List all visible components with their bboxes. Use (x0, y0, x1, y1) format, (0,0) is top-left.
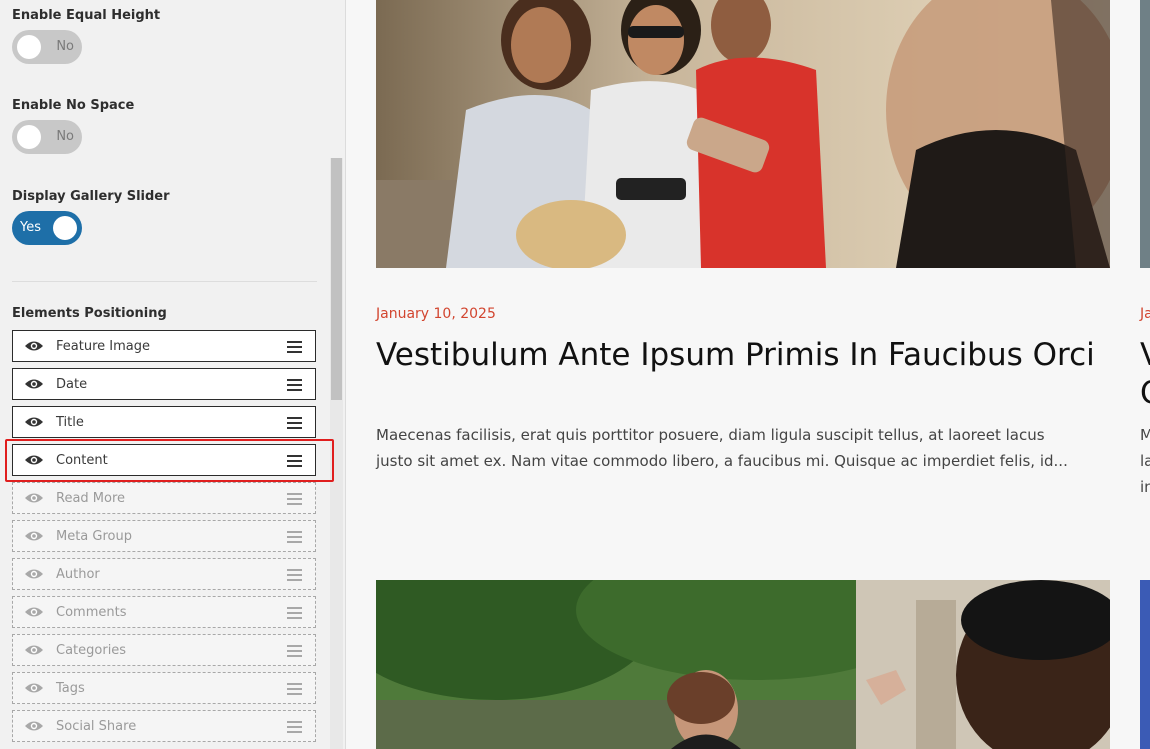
post-feature-image[interactable] (376, 580, 1110, 749)
element-label: Social Share (56, 719, 137, 734)
drag-handle-icon[interactable] (287, 568, 302, 581)
element-row[interactable]: Author (12, 558, 316, 590)
element-label: Feature Image (56, 339, 150, 354)
setting-gallery-slider: Display Gallery Slider Yes (12, 189, 170, 245)
eye-icon[interactable] (24, 567, 44, 581)
toggle-knob (17, 125, 41, 149)
element-row[interactable]: Social Share (12, 710, 316, 742)
post-feature-image[interactable] (1140, 0, 1150, 268)
setting-no-space: Enable No Space No (12, 98, 135, 154)
post-title[interactable]: Vestibulum Ante Ipsum Primis In Faucibus… (376, 336, 1096, 374)
gallery-slider-toggle[interactable]: Yes (12, 211, 82, 245)
post-excerpt: Maecenas facilisis, erat quis porttitor … (376, 426, 1068, 470)
eye-icon[interactable] (24, 681, 44, 695)
post-feature-image[interactable] (1140, 580, 1150, 749)
post-excerpt: M la in (1140, 426, 1150, 496)
positioning-section: Elements Positioning (12, 306, 167, 321)
eye-icon[interactable] (24, 529, 44, 543)
post-date: Ja (1140, 306, 1150, 322)
toggle-knob (17, 35, 41, 59)
toggle-state: No (56, 39, 74, 54)
drag-handle-icon[interactable] (287, 492, 302, 505)
eye-icon[interactable] (24, 339, 44, 353)
post-date: January 10, 2025 (376, 306, 496, 322)
positioning-title: Elements Positioning (12, 306, 167, 321)
element-row[interactable]: Title (12, 406, 316, 438)
section-divider (12, 281, 317, 282)
scrollbar-thumb[interactable] (331, 158, 342, 400)
toggle-state: Yes (20, 220, 41, 235)
drag-handle-icon[interactable] (287, 378, 302, 391)
eye-icon[interactable] (24, 491, 44, 505)
post-feature-image[interactable] (376, 0, 1110, 268)
post-grid: January 10, 2025 Vestibulum Ante Ipsum P… (346, 0, 1150, 749)
element-label: Comments (56, 605, 127, 620)
content-highlight-box (5, 439, 334, 482)
setting-label: Enable Equal Height (12, 8, 161, 23)
element-row[interactable]: Date (12, 368, 316, 400)
setting-equal-height: Enable Equal Height No (12, 8, 161, 64)
element-label: Categories (56, 643, 127, 658)
drag-handle-icon[interactable] (287, 416, 302, 429)
photo-group-outdoor (376, 580, 1110, 749)
element-row[interactable]: Feature Image (12, 330, 316, 362)
setting-label: Display Gallery Slider (12, 189, 170, 204)
eye-icon[interactable] (24, 719, 44, 733)
element-label: Date (56, 377, 88, 392)
drag-handle-icon[interactable] (287, 682, 302, 695)
element-label: Meta Group (56, 529, 132, 544)
element-label: Tags (56, 681, 85, 696)
drag-handle-icon[interactable] (287, 340, 302, 353)
eye-icon[interactable] (24, 643, 44, 657)
no-space-toggle[interactable]: No (12, 120, 82, 154)
drag-handle-icon[interactable] (287, 720, 302, 733)
eye-icon[interactable] (24, 415, 44, 429)
element-row[interactable]: Categories (12, 634, 316, 666)
element-label: Title (56, 415, 84, 430)
post-title[interactable]: V O (1140, 336, 1150, 412)
eye-icon[interactable] (24, 605, 44, 619)
element-label: Author (56, 567, 100, 582)
element-row[interactable]: Comments (12, 596, 316, 628)
toggle-knob (53, 216, 77, 240)
setting-label: Enable No Space (12, 98, 135, 113)
settings-sidebar: Enable Equal Height No Enable No Space N… (0, 0, 346, 749)
element-label: Read More (56, 491, 126, 506)
eye-icon[interactable] (24, 377, 44, 391)
drag-handle-icon[interactable] (287, 644, 302, 657)
equal-height-toggle[interactable]: No (12, 30, 82, 64)
element-row[interactable]: Meta Group (12, 520, 316, 552)
photo-people-with-phone (376, 0, 1110, 268)
element-row[interactable]: Read More (12, 482, 316, 514)
drag-handle-icon[interactable] (287, 530, 302, 543)
elements-positioning-list: Feature Image Date Title Content Read More Me… (12, 330, 316, 748)
element-row[interactable]: Tags (12, 672, 316, 704)
drag-handle-icon[interactable] (287, 606, 302, 619)
toggle-state: No (56, 129, 74, 144)
